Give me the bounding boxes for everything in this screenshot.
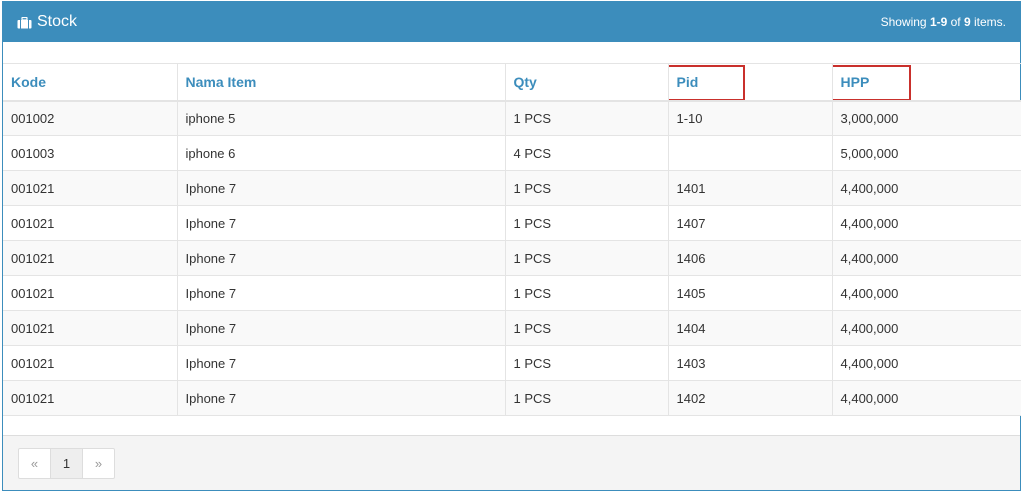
cell-pid: 1-10 [667, 100, 833, 136]
cell-kode: 001021 [3, 380, 178, 416]
cell-hpp: 4,400,000 [831, 275, 1021, 311]
table-row: 001003 iphone 64 PCS 5,000,000 [3, 135, 1021, 171]
stock-panel: Stock Showing 1-9 of 9 items. Kode Nama … [2, 1, 1021, 491]
cell-nama-item: Iphone 7 [176, 275, 506, 311]
summary-suffix: items. [970, 15, 1006, 29]
stock-table: Kode Nama Item Qty Pid HPP 001002 iphone … [3, 63, 1021, 416]
column-header-label: Kode [11, 73, 46, 90]
cell-kode: 001021 [3, 275, 178, 311]
table-row: 001021 Iphone 71 PCS 1405 4,400,000 [3, 275, 1021, 311]
cell-qty: 1 PCS [504, 380, 669, 416]
cell-nama-item: Iphone 7 [176, 205, 506, 241]
cell-hpp: 4,400,000 [831, 310, 1021, 346]
summary-prefix: Showing [880, 15, 930, 29]
cell-pid: 1402 [667, 380, 833, 416]
cell-nama-item: iphone 6 [176, 135, 506, 171]
cell-nama-item: Iphone 7 [176, 345, 506, 381]
column-header-nama-item[interactable]: Nama Item [176, 63, 506, 102]
pagination: « 1 » [18, 447, 115, 479]
column-header-label: Pid [676, 73, 699, 90]
cell-kode: 001021 [3, 345, 178, 381]
summary-range: 1-9 [929, 15, 948, 29]
summary-total: 9 [963, 15, 971, 29]
cell-kode: 001021 [3, 310, 178, 346]
cell-qty: 1 PCS [504, 240, 669, 276]
table-row: 001021 Iphone 71 PCS 1402 4,400,000 [3, 380, 1021, 416]
cell-kode: 001002 [3, 100, 178, 136]
cell-pid: 1406 [667, 240, 833, 276]
cell-hpp: 4,400,000 [831, 170, 1021, 206]
cell-hpp: 4,400,000 [831, 380, 1021, 416]
panel-title-text: Stock [37, 13, 78, 30]
cell-qty: 1 PCS [504, 345, 669, 381]
pagination-next-button[interactable]: » [82, 447, 115, 479]
panel-title: Stock [17, 13, 77, 31]
column-header-hpp[interactable]: HPP [831, 63, 1021, 102]
table-body: 001002 iphone 51 PCS 1-10 3,000,000 001003 ip… [3, 100, 1021, 416]
column-header-label: Qty [513, 73, 537, 90]
cell-pid: 1405 [667, 275, 833, 311]
cell-hpp: 4,400,000 [831, 240, 1021, 276]
table-row: 001002 iphone 51 PCS 1-10 3,000,000 [3, 100, 1021, 136]
table-header-row: Kode Nama Item Qty Pid HPP [3, 63, 1021, 102]
cell-qty: 1 PCS [504, 275, 669, 311]
cell-qty: 1 PCS [504, 205, 669, 241]
cell-qty: 1 PCS [504, 310, 669, 346]
cell-qty: 1 PCS [504, 170, 669, 206]
cell-kode: 001021 [3, 205, 178, 241]
cell-pid [667, 135, 833, 171]
column-header-pid[interactable]: Pid [667, 63, 833, 102]
cell-pid: 1407 [667, 205, 833, 241]
column-header-label: Nama Item [185, 73, 257, 90]
summary-middle: of [947, 15, 964, 29]
cell-pid: 1401 [667, 170, 833, 206]
table-row: 001021 Iphone 71 PCS 1407 4,400,000 [3, 205, 1021, 241]
column-header-kode[interactable]: Kode [3, 63, 178, 102]
column-header-label: HPP [840, 73, 870, 90]
cell-hpp: 4,400,000 [831, 205, 1021, 241]
cell-nama-item: Iphone 7 [176, 170, 506, 206]
table-row: 001021 Iphone 71 PCS 1406 4,400,000 [3, 240, 1021, 276]
table-row: 001021 Iphone 71 PCS 1403 4,400,000 [3, 345, 1021, 381]
cell-hpp: 4,400,000 [831, 345, 1021, 381]
cell-kode: 001003 [3, 135, 178, 171]
pagination-page-1[interactable]: 1 [50, 447, 83, 479]
cell-pid: 1403 [667, 345, 833, 381]
cell-nama-item: iphone 5 [176, 100, 506, 136]
pagination-prev-button[interactable]: « [18, 447, 51, 479]
cell-pid: 1404 [667, 310, 833, 346]
panel-heading: Stock Showing 1-9 of 9 items. [3, 2, 1020, 42]
panel-spacer [3, 42, 1020, 63]
cell-qty: 4 PCS [504, 135, 669, 171]
cell-kode: 001021 [3, 170, 178, 206]
cell-kode: 001021 [3, 240, 178, 276]
cell-nama-item: Iphone 7 [176, 310, 506, 346]
cell-nama-item: Iphone 7 [176, 240, 506, 276]
panel-footer: « 1 » [3, 435, 1020, 490]
cell-hpp: 5,000,000 [831, 135, 1021, 171]
table-row: 001021 Iphone 71 PCS 1404 4,400,000 [3, 310, 1021, 346]
briefcase-icon [17, 16, 32, 29]
cell-qty: 1 PCS [504, 100, 669, 136]
column-header-qty[interactable]: Qty [504, 63, 669, 102]
table-row: 001021 Iphone 71 PCS 1401 4,400,000 [3, 170, 1021, 206]
cell-nama-item: Iphone 7 [176, 380, 506, 416]
cell-hpp: 3,000,000 [831, 100, 1021, 136]
items-summary: Showing 1-9 of 9 items. [881, 15, 1006, 29]
